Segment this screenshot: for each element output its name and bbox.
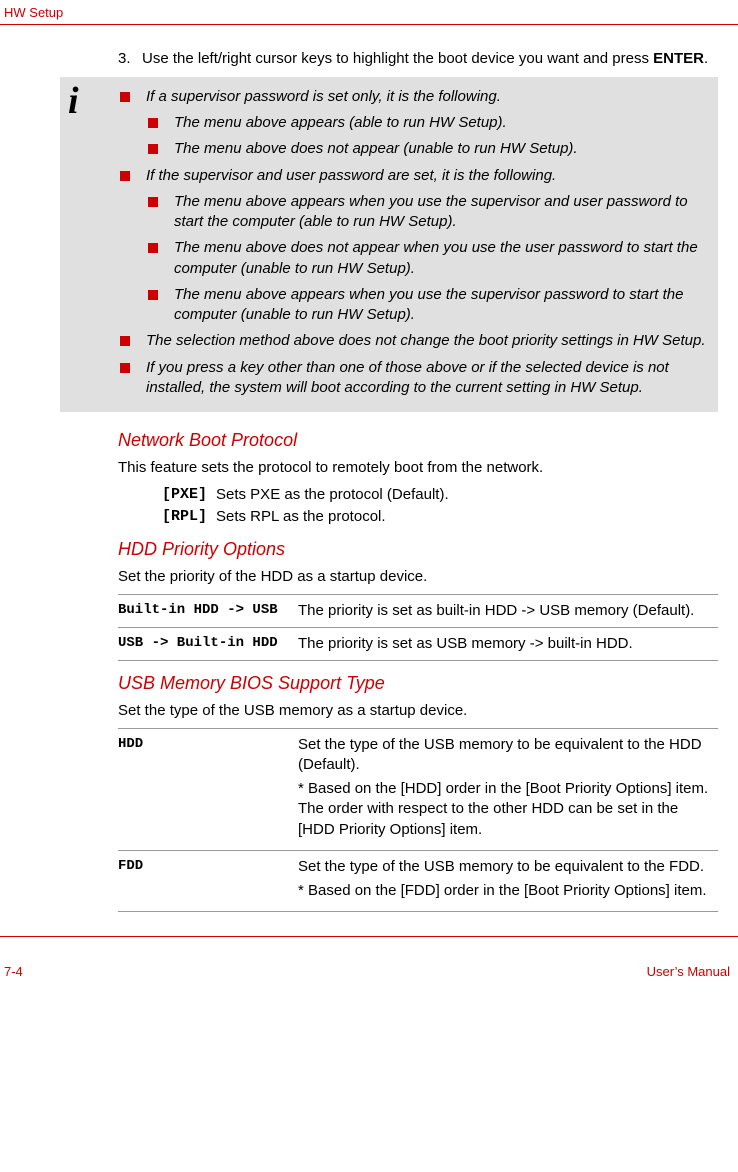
table-row: USB -> Built-in HDD The priority is set …	[118, 628, 718, 661]
step-text: Use the left/right cursor keys to highli…	[142, 49, 708, 69]
content-area: 3. Use the left/right cursor keys to hig…	[0, 25, 738, 913]
note-item: If you press a key other than one of tho…	[120, 358, 708, 399]
option-label: FDD	[118, 857, 298, 906]
section-heading-usb: USB Memory BIOS Support Type	[118, 671, 718, 695]
option-desc: Set the type of the USB memory to be equ…	[298, 735, 718, 844]
manual-label: User’s Manual	[647, 963, 730, 981]
bullet-icon	[120, 363, 130, 373]
option-desc: Set the type of the USB memory to be equ…	[298, 857, 718, 906]
page-header: HW Setup	[0, 0, 738, 22]
option-desc-note: * Based on the [HDD] order in the [Boot …	[298, 779, 718, 840]
table-row: FDD Set the type of the USB memory to be…	[118, 851, 718, 913]
bullet-icon	[120, 92, 130, 102]
numbered-step: 3. Use the left/right cursor keys to hig…	[118, 49, 718, 69]
note-text: The menu above appears when you use the …	[174, 192, 708, 233]
note-text: The menu above appears (able to run HW S…	[174, 113, 708, 133]
section-intro-net: This feature sets the protocol to remote…	[118, 458, 718, 478]
enter-key: ENTER	[653, 50, 704, 67]
bullet-icon	[148, 144, 158, 154]
note-item: The menu above appears when you use the …	[148, 285, 708, 326]
table-row: Built-in HDD -> USB The priority is set …	[118, 594, 718, 628]
bullet-icon	[120, 336, 130, 346]
note-text: The menu above appears when you use the …	[174, 285, 708, 326]
note-item: The menu above appears (able to run HW S…	[148, 113, 708, 133]
protocol-desc: Sets RPL as the protocol.	[216, 507, 386, 527]
note-item: The menu above appears when you use the …	[148, 192, 708, 233]
note-item: The menu above does not appear when you …	[148, 238, 708, 279]
note-item: The menu above does not appear (unable t…	[148, 139, 708, 159]
option-desc-note: * Based on the [FDD] order in the [Boot …	[298, 881, 718, 901]
section-intro-usb: Set the type of the USB memory as a star…	[118, 701, 718, 721]
bullet-icon	[148, 290, 158, 300]
option-label: HDD	[118, 735, 298, 844]
bullet-icon	[148, 118, 158, 128]
protocol-label: [PXE]	[162, 485, 216, 505]
option-label: Built-in HDD -> USB	[118, 601, 298, 621]
step-number: 3.	[118, 49, 142, 69]
note-text: The selection method above does not chan…	[146, 331, 708, 351]
section-intro-hdd: Set the priority of the HDD as a startup…	[118, 567, 718, 587]
section-heading-net: Network Boot Protocol	[118, 428, 718, 452]
option-desc: The priority is set as built-in HDD -> U…	[298, 601, 718, 621]
option-desc-line: Set the type of the USB memory to be equ…	[298, 857, 718, 877]
footer-rule	[0, 936, 738, 937]
protocol-label: [RPL]	[162, 507, 216, 527]
note-text: The menu above does not appear (unable t…	[174, 139, 708, 159]
note-item: The selection method above does not chan…	[120, 331, 708, 351]
bullet-icon	[120, 171, 130, 181]
note-item: If a supervisor password is set only, it…	[120, 87, 708, 107]
note-text: The menu above does not appear when you …	[174, 238, 708, 279]
step-text-after: .	[704, 50, 708, 67]
info-note-block: i If a supervisor password is set only, …	[60, 77, 718, 412]
page-footer: 7-4 User’s Manual	[0, 939, 738, 987]
note-text: If a supervisor password is set only, it…	[146, 87, 708, 107]
option-label: USB -> Built-in HDD	[118, 634, 298, 654]
hdd-options-table: Built-in HDD -> USB The priority is set …	[118, 594, 718, 662]
section-heading-hdd: HDD Priority Options	[118, 537, 718, 561]
table-row: HDD Set the type of the USB memory to be…	[118, 728, 718, 851]
note-list: If a supervisor password is set only, it…	[120, 87, 708, 398]
option-desc: The priority is set as USB memory -> bui…	[298, 634, 718, 654]
note-item: If the supervisor and user password are …	[120, 166, 708, 186]
protocol-desc: Sets PXE as the protocol (Default).	[216, 485, 449, 505]
protocol-row: [RPL] Sets RPL as the protocol.	[162, 507, 718, 527]
protocol-row: [PXE] Sets PXE as the protocol (Default)…	[162, 485, 718, 505]
option-desc-line: Set the type of the USB memory to be equ…	[298, 735, 718, 776]
note-text: If you press a key other than one of tho…	[146, 358, 708, 399]
bullet-icon	[148, 243, 158, 253]
page-number: 7-4	[4, 963, 23, 981]
note-text: If the supervisor and user password are …	[146, 166, 708, 186]
step-text-before: Use the left/right cursor keys to highli…	[142, 50, 653, 67]
usb-options-table: HDD Set the type of the USB memory to be…	[118, 728, 718, 913]
bullet-icon	[148, 197, 158, 207]
info-icon: i	[68, 83, 108, 123]
